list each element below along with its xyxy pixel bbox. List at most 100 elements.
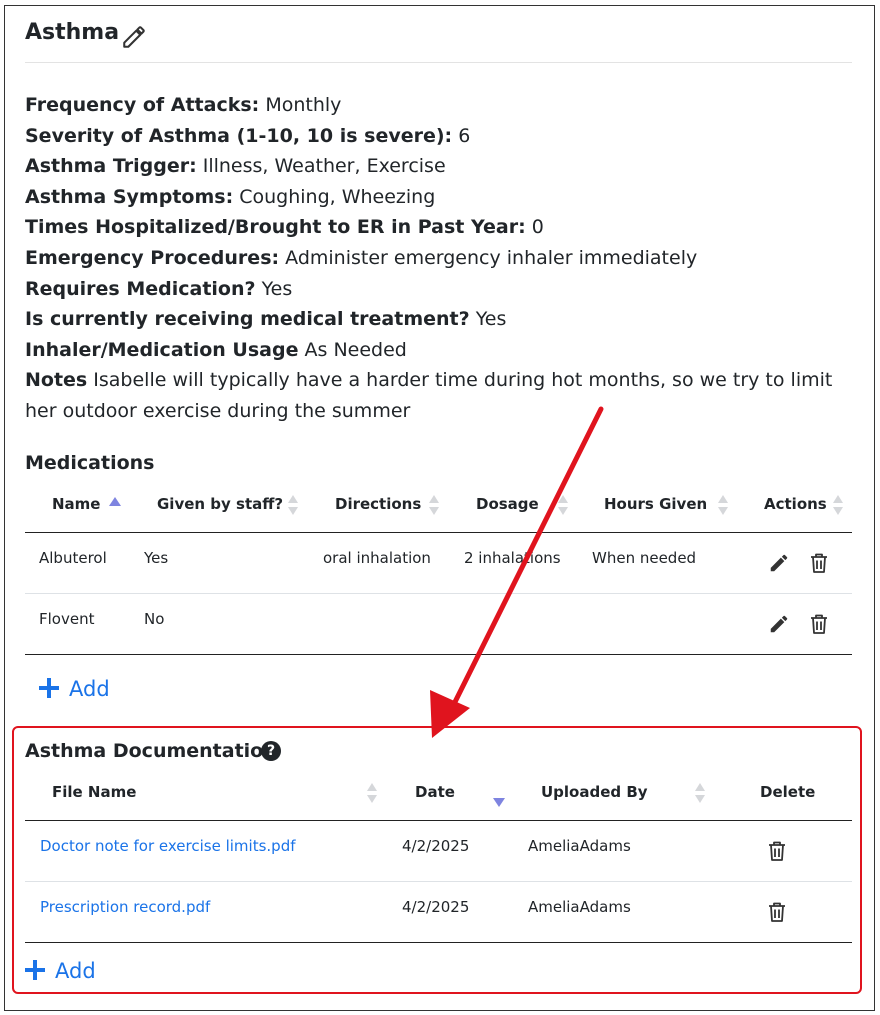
medications-title: Medications	[25, 452, 155, 474]
detail-row: Inhaler/Medication Usage As Needed	[25, 335, 845, 366]
detail-label: Notes	[25, 369, 88, 392]
documentation-header-row: File Name Date Uploaded By Delete	[25, 766, 852, 821]
detail-label: Inhaler/Medication Usage	[25, 338, 299, 361]
med-dosage	[464, 594, 577, 610]
sort-ascending-icon	[109, 497, 121, 506]
plus-icon	[39, 678, 59, 698]
trash-icon[interactable]	[809, 552, 829, 578]
med-name: Flovent	[39, 609, 95, 628]
detail-value: Administer emergency inhaler immediately	[285, 246, 698, 269]
med-directions	[323, 594, 449, 610]
col-header-date[interactable]: Date	[380, 766, 515, 821]
detail-row: Is currently receiving medical treatment…	[25, 304, 845, 335]
med-hours-given	[592, 594, 737, 610]
med-given-by-staff: No	[144, 609, 165, 628]
col-header-label: Name	[52, 495, 101, 513]
card-header: Asthma	[25, 18, 852, 63]
detail-row: Notes Isabelle will typically have a har…	[25, 365, 845, 426]
help-question-icon[interactable]: ?	[261, 741, 281, 761]
file-delete	[717, 881, 852, 943]
detail-value: Coughing, Wheezing	[239, 185, 436, 208]
detail-row: Frequency of Attacks: Monthly	[25, 90, 845, 121]
col-header-given-by-staff[interactable]: Given by staff?	[130, 478, 308, 533]
detail-value: Yes	[261, 277, 293, 300]
med-given-by-staff: Yes	[144, 548, 169, 567]
table-row: Prescription record.pdf 4/2/2025 AmeliaA…	[25, 881, 852, 943]
col-header-file-name[interactable]: File Name	[25, 766, 380, 821]
sort-icon	[718, 495, 728, 517]
asthma-details: Frequency of Attacks: Monthly Severity o…	[25, 90, 845, 427]
detail-label: Severity of Asthma (1-10, 10 is severe):	[25, 124, 453, 147]
col-header-name[interactable]: Name	[25, 478, 130, 533]
detail-row: Severity of Asthma (1-10, 10 is severe):…	[25, 121, 845, 152]
col-header-label: Dosage	[476, 495, 539, 513]
edit-pencil-icon[interactable]	[768, 613, 790, 639]
col-header-label: Date	[415, 783, 455, 801]
col-header-hours-given[interactable]: Hours Given	[577, 478, 737, 533]
plus-icon	[25, 960, 45, 980]
med-actions	[737, 532, 852, 594]
detail-row: Asthma Symptoms: Coughing, Wheezing	[25, 182, 845, 213]
file-uploaded-by: AmeliaAdams	[528, 897, 631, 916]
med-hours-given: When needed	[592, 548, 697, 567]
col-header-uploaded-by[interactable]: Uploaded By	[515, 766, 717, 821]
med-directions: oral inhalation	[323, 548, 431, 567]
file-date: 4/2/2025	[402, 897, 470, 916]
condition-title: Asthma	[25, 20, 120, 45]
col-header-dosage[interactable]: Dosage	[449, 478, 577, 533]
file-date: 4/2/2025	[402, 836, 470, 855]
detail-row: Times Hospitalized/Brought to ER in Past…	[25, 212, 845, 243]
documentation-title: Asthma Documentation	[25, 740, 277, 762]
detail-value: Isabelle will typically have a harder ti…	[25, 369, 833, 422]
detail-label: Emergency Procedures:	[25, 246, 280, 269]
file-uploaded-by: AmeliaAdams	[528, 836, 631, 855]
medications-header-row: Name Given by staff? Directions Dosage H…	[25, 478, 852, 533]
detail-value: Yes	[475, 308, 507, 331]
sort-icon	[695, 783, 705, 805]
add-documentation-button[interactable]: Add	[25, 957, 96, 985]
sort-icon	[429, 495, 439, 517]
table-row: Doctor note for exercise limits.pdf 4/2/…	[25, 820, 852, 882]
file-delete	[717, 820, 852, 882]
sort-icon	[833, 495, 843, 517]
detail-row: Asthma Trigger: Illness, Weather, Exerci…	[25, 151, 845, 182]
detail-row: Emergency Procedures: Administer emergen…	[25, 243, 845, 274]
detail-label: Requires Medication?	[25, 277, 256, 300]
asthma-card: Asthma Frequency of Attacks: Monthly Sev…	[4, 5, 875, 1011]
medications-table: Name Given by staff? Directions Dosage H…	[25, 478, 852, 655]
med-dosage: 2 inhalations	[464, 548, 561, 567]
detail-value: 0	[531, 216, 544, 239]
col-header-label: Uploaded By	[541, 783, 648, 801]
trash-icon[interactable]	[809, 613, 829, 639]
table-row: Flovent No	[25, 593, 852, 655]
file-link[interactable]: Doctor note for exercise limits.pdf	[40, 821, 380, 855]
table-row: Albuterol Yes oral inhalation 2 inhalati…	[25, 532, 852, 594]
col-header-label: Actions	[764, 495, 827, 513]
sort-icon	[367, 783, 377, 805]
sort-icon	[558, 495, 568, 517]
edit-pencil-icon[interactable]	[121, 24, 147, 50]
col-header-directions[interactable]: Directions	[308, 478, 449, 533]
file-link[interactable]: Prescription record.pdf	[40, 882, 380, 916]
detail-label: Times Hospitalized/Brought to ER in Past…	[25, 216, 526, 239]
col-header-actions[interactable]: Actions	[737, 478, 852, 533]
col-header-label: Given by staff?	[157, 495, 284, 513]
add-medication-button[interactable]: Add	[39, 675, 110, 703]
detail-value: Monthly	[265, 94, 342, 116]
med-actions	[737, 593, 852, 655]
col-header-delete: Delete	[717, 766, 852, 821]
col-header-label: Delete	[760, 783, 816, 801]
col-header-label: Hours Given	[604, 495, 708, 513]
trash-icon[interactable]	[767, 840, 787, 866]
detail-label: Asthma Trigger:	[25, 155, 197, 178]
detail-label: Is currently receiving medical treatment…	[25, 308, 470, 331]
edit-pencil-icon[interactable]	[768, 552, 790, 578]
col-header-label: File Name	[52, 783, 137, 801]
trash-icon[interactable]	[767, 901, 787, 927]
detail-row: Requires Medication? Yes	[25, 274, 845, 305]
sort-descending-icon	[493, 798, 505, 807]
detail-label: Frequency of Attacks:	[25, 94, 260, 116]
add-label: Add	[69, 677, 110, 701]
detail-value: 6	[458, 124, 471, 147]
detail-value: As Needed	[304, 338, 407, 361]
